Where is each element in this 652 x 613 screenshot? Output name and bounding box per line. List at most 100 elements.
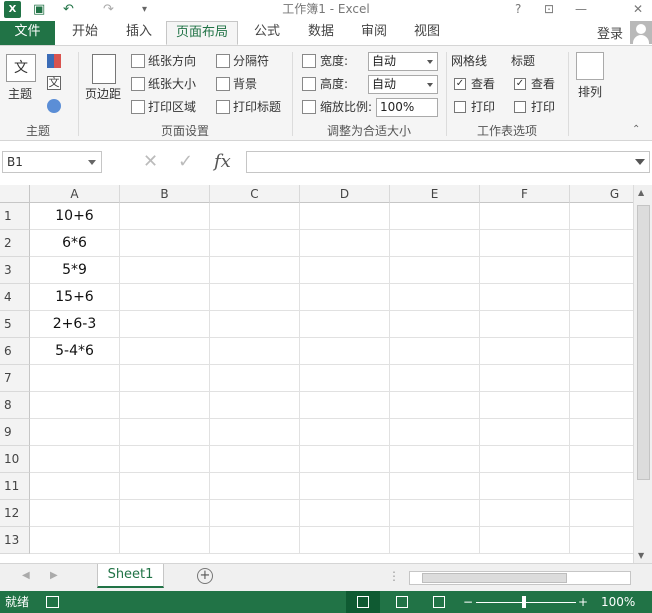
cell[interactable] — [30, 527, 120, 554]
tab-formulas[interactable]: 公式 — [245, 21, 289, 45]
cell[interactable] — [390, 365, 480, 392]
cell[interactable] — [300, 203, 390, 230]
row-header[interactable]: 13 — [0, 527, 30, 554]
cell[interactable] — [210, 257, 300, 284]
row-header[interactable]: 4 — [0, 284, 30, 311]
prev-sheet-icon[interactable]: ◀ — [22, 570, 30, 581]
cell[interactable] — [30, 365, 120, 392]
split-handle-icon[interactable]: ⋮ — [388, 569, 400, 583]
name-box[interactable]: B1 — [2, 151, 102, 173]
ribbon-display-icon[interactable]: ⊡ — [544, 0, 554, 18]
arrange-icon[interactable] — [576, 52, 604, 80]
cell[interactable] — [390, 203, 480, 230]
cell[interactable] — [300, 338, 390, 365]
login-link[interactable]: 登录 — [597, 23, 623, 42]
cell[interactable] — [570, 446, 633, 473]
orientation-icon[interactable] — [131, 54, 145, 68]
cell[interactable] — [390, 446, 480, 473]
cell[interactable] — [570, 392, 633, 419]
enter-icon[interactable]: ✓ — [178, 151, 193, 173]
cell[interactable] — [480, 257, 570, 284]
cell[interactable] — [480, 365, 570, 392]
cell[interactable] — [120, 419, 210, 446]
cell[interactable] — [120, 257, 210, 284]
column-header[interactable]: B — [120, 185, 210, 203]
cell[interactable] — [390, 392, 480, 419]
row-header[interactable]: 8 — [0, 392, 30, 419]
cell[interactable] — [210, 311, 300, 338]
height-select[interactable]: 自动 — [368, 75, 438, 94]
cell[interactable] — [210, 284, 300, 311]
cell[interactable] — [570, 311, 633, 338]
cell[interactable] — [570, 230, 633, 257]
row-header[interactable]: 11 — [0, 473, 30, 500]
column-header[interactable]: C — [210, 185, 300, 203]
next-sheet-icon[interactable]: ▶ — [50, 570, 58, 581]
cell[interactable] — [480, 446, 570, 473]
cell[interactable] — [480, 473, 570, 500]
cell[interactable] — [120, 365, 210, 392]
cell[interactable] — [390, 527, 480, 554]
tab-insert[interactable]: 插入 — [117, 21, 161, 45]
cell[interactable] — [30, 446, 120, 473]
column-header[interactable]: A — [30, 185, 120, 203]
cell[interactable] — [210, 365, 300, 392]
collapse-ribbon-icon[interactable]: ⌃ — [632, 122, 640, 138]
column-header[interactable]: E — [390, 185, 480, 203]
insert-function-icon[interactable]: fx — [214, 151, 231, 173]
background-button[interactable]: 背景 — [233, 76, 257, 92]
cancel-icon[interactable]: ✕ — [143, 151, 158, 173]
tab-data[interactable]: 数据 — [299, 21, 343, 45]
theme-effects-icon[interactable] — [47, 99, 61, 113]
print-area-button[interactable]: 打印区域 — [148, 99, 196, 115]
zoom-in-icon[interactable]: + — [578, 591, 588, 613]
cell[interactable] — [210, 473, 300, 500]
arrange-button[interactable]: 排列 — [578, 84, 602, 100]
cell[interactable] — [570, 365, 633, 392]
add-sheet-icon[interactable]: + — [197, 568, 213, 584]
help-button[interactable]: ? — [515, 0, 521, 18]
cell[interactable] — [210, 230, 300, 257]
theme-fonts-icon[interactable]: 文 — [47, 76, 61, 90]
cell[interactable] — [30, 392, 120, 419]
row-header[interactable]: 10 — [0, 446, 30, 473]
scale-stepper[interactable]: 100% — [376, 98, 438, 117]
margins-icon[interactable] — [92, 54, 116, 84]
column-header[interactable]: G — [570, 185, 633, 203]
tab-file[interactable]: 文件 — [0, 21, 55, 45]
zoom-slider-thumb[interactable] — [522, 596, 526, 608]
row-header[interactable]: 9 — [0, 419, 30, 446]
cell[interactable] — [390, 419, 480, 446]
cell[interactable] — [480, 338, 570, 365]
cell[interactable] — [480, 230, 570, 257]
row-header[interactable]: 7 — [0, 365, 30, 392]
gridlines-view-checkbox[interactable]: ✓ — [454, 78, 466, 90]
zoom-level[interactable]: 100% — [601, 591, 635, 613]
headings-print-checkbox[interactable] — [514, 101, 526, 113]
print-titles-button[interactable]: 打印标题 — [233, 99, 281, 115]
cell[interactable] — [570, 338, 633, 365]
close-button[interactable]: ✕ — [633, 0, 643, 18]
horizontal-scrollbar[interactable] — [409, 571, 631, 585]
cell[interactable] — [210, 500, 300, 527]
cell[interactable] — [120, 230, 210, 257]
cell[interactable] — [210, 527, 300, 554]
cell[interactable] — [570, 527, 633, 554]
background-icon[interactable] — [216, 77, 230, 91]
page-layout-view-icon[interactable] — [396, 596, 408, 608]
width-select[interactable]: 自动 — [368, 52, 438, 71]
cell[interactable] — [480, 500, 570, 527]
cell[interactable] — [300, 446, 390, 473]
select-all-corner[interactable] — [0, 185, 30, 203]
zoom-out-icon[interactable]: − — [463, 591, 473, 613]
row-header[interactable]: 3 — [0, 257, 30, 284]
cell[interactable] — [30, 419, 120, 446]
cell[interactable] — [300, 311, 390, 338]
row-header[interactable]: 1 — [0, 203, 30, 230]
avatar[interactable] — [630, 21, 652, 44]
row-header[interactable]: 2 — [0, 230, 30, 257]
cell[interactable] — [30, 500, 120, 527]
sheet-tab-sheet1[interactable]: Sheet1 — [97, 564, 164, 588]
cell[interactable] — [120, 500, 210, 527]
cell[interactable] — [120, 392, 210, 419]
